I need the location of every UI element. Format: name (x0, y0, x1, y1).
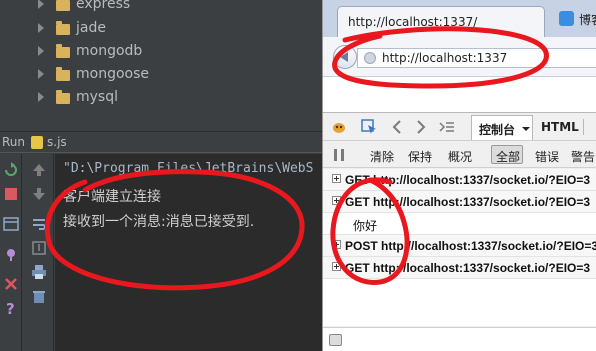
folder-icon (56, 0, 70, 11)
console-output-line: 接收到一个消息:消息已接受到. (63, 214, 255, 230)
page-content (323, 78, 596, 112)
command-line-icon[interactable] (439, 119, 455, 135)
firebug-icon[interactable] (331, 119, 347, 135)
console-command-input[interactable] (323, 327, 596, 351)
tab-console[interactable]: 控制台 (471, 115, 533, 140)
log-row[interactable]: POST http://localhost:1337/socket.io/?EI… (323, 235, 596, 257)
browser-tab-second[interactable]: 博客 (579, 11, 596, 28)
chevron-right-icon[interactable] (413, 119, 429, 135)
browser-tab-active[interactable]: http://localhost:1337/ (337, 6, 545, 37)
log-text: GET http://localhost:1337/socket.io/?EIO… (345, 173, 591, 187)
developer-tools-panel: 控制台 HTML 清除 保持 概况 全部 错误 警告 GET http://lo… (323, 112, 596, 351)
log-row-message: 你好 (323, 213, 596, 235)
chevron-left-icon[interactable] (389, 119, 405, 135)
run-tab-name[interactable]: s.js (47, 135, 67, 149)
log-row[interactable]: GET http://localhost:1337/socket.io/?EIO… (323, 169, 596, 191)
console-filter-bar: 清除 保持 概况 全部 错误 警告 (323, 142, 596, 168)
folder-name: mongoose (76, 66, 150, 82)
toolbar-divider (583, 119, 584, 135)
back-button[interactable] (333, 45, 357, 69)
console-output-line: 客户端建立连接 (63, 189, 161, 205)
tree-folder-mysql[interactable]: mysql (0, 88, 322, 111)
pause-icon[interactable] (331, 147, 347, 163)
folder-name: express (76, 0, 131, 12)
filter-warnings-button[interactable]: 警告 (571, 148, 595, 165)
expand-icon[interactable] (332, 196, 341, 205)
log-row[interactable]: GET http://localhost:1337/socket.io/?EIO… (323, 257, 596, 279)
log-row[interactable]: GET http://localhost:1337/socket.io/?EIO… (323, 191, 596, 213)
browser-logo-icon (559, 11, 574, 26)
close-icon[interactable] (3, 276, 19, 292)
layout-icon[interactable] (3, 216, 19, 232)
expand-arrow-icon[interactable] (38, 46, 44, 56)
filter-all-button[interactable]: 全部 (491, 145, 523, 164)
folder-name: mysql (76, 89, 118, 105)
address-bar[interactable]: http://localhost:1337 (357, 48, 596, 68)
tree-folder-jade[interactable]: jade (0, 19, 322, 42)
log-message-text: 你好 (353, 219, 378, 233)
js-file-icon (31, 136, 43, 149)
expand-icon[interactable] (332, 262, 341, 271)
expand-arrow-icon[interactable] (38, 0, 44, 9)
expand-arrow-icon[interactable] (38, 92, 44, 102)
ide-panel: express jade mongodb mongoose mysql Run … (0, 0, 322, 351)
tab-strip: http://localhost:1337/ 博客 (323, 0, 596, 37)
expand-icon[interactable] (332, 174, 341, 183)
run-tool-window-header: Run s.js (0, 131, 322, 153)
run-console-toolbar (24, 154, 54, 351)
log-text: GET http://localhost:1337/socket.io/?EIO… (345, 261, 591, 275)
command-editor-icon[interactable] (329, 334, 342, 346)
persist-button[interactable]: 保持 (408, 148, 432, 165)
run-console-output[interactable]: "D:\Program Files\JetBrains\WebS 客户端建立连接… (55, 154, 322, 351)
folder-icon (56, 44, 70, 58)
tree-folder-express[interactable]: express (0, 0, 322, 18)
print-icon[interactable] (31, 264, 47, 280)
devtools-toolbar: 控制台 HTML (323, 113, 596, 141)
tab-title: http://localhost:1337/ (348, 15, 478, 29)
filter-errors-button[interactable]: 错误 (535, 148, 559, 165)
folder-icon (56, 21, 70, 35)
address-bar-text: http://localhost:1337 (382, 51, 508, 65)
expand-arrow-icon[interactable] (38, 69, 44, 79)
browser-window: http://localhost:1337/ 博客 http://localho… (322, 0, 596, 351)
folder-icon (56, 90, 70, 104)
profile-button[interactable]: 概况 (448, 148, 472, 165)
trash-icon[interactable] (31, 288, 47, 304)
stop-icon[interactable] (3, 186, 19, 202)
tree-folder-mongodb[interactable]: mongodb (0, 42, 322, 65)
clear-button[interactable]: 清除 (370, 148, 394, 165)
down-arrow-icon[interactable] (31, 186, 47, 202)
tab-html[interactable]: HTML (541, 120, 579, 134)
folder-name: jade (76, 20, 106, 36)
filter-all-label: 全部 (496, 150, 521, 164)
rerun-icon[interactable] (3, 162, 19, 178)
log-text: GET http://localhost:1337/socket.io/?EIO… (345, 195, 591, 209)
pin-icon[interactable] (3, 246, 19, 262)
globe-icon (364, 52, 376, 64)
inspect-element-icon[interactable] (361, 119, 377, 135)
back-arrow-icon (340, 52, 348, 62)
folder-name: mongodb (76, 43, 143, 59)
tab-console-label: 控制台 (479, 123, 516, 137)
console-command-line: "D:\Program Files\JetBrains\WebS (63, 161, 314, 176)
svg-text:?: ? (6, 300, 15, 316)
navigation-bar: http://localhost:1337 (323, 37, 596, 77)
project-tree: express jade mongodb mongoose mysql (0, 0, 322, 128)
console-log: GET http://localhost:1337/socket.io/?EIO… (323, 169, 596, 326)
tree-folder-mongoose[interactable]: mongoose (0, 65, 322, 88)
expand-arrow-icon[interactable] (38, 23, 44, 33)
folder-icon (56, 67, 70, 81)
run-left-toolbar: ? (0, 154, 22, 351)
scroll-to-end-icon[interactable] (31, 240, 47, 256)
expand-icon[interactable] (332, 240, 341, 249)
soft-wrap-icon[interactable] (31, 216, 47, 232)
chevron-down-icon (522, 127, 530, 131)
run-label: Run (2, 135, 26, 149)
up-arrow-icon[interactable] (31, 162, 47, 178)
log-text: POST http://localhost:1337/socket.io/?EI… (345, 239, 596, 253)
help-icon[interactable]: ? (3, 300, 19, 316)
